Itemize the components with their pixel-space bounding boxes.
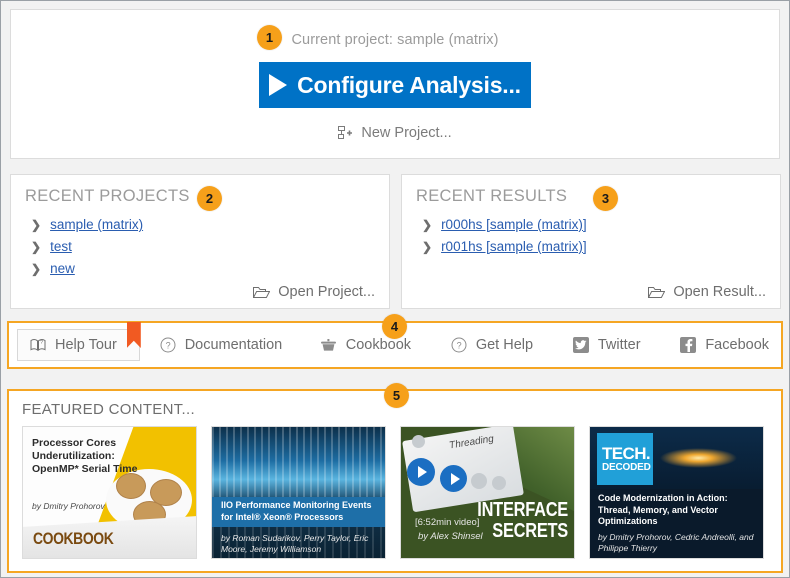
featured-card-byline: by Dmitry Prohorov (32, 501, 105, 511)
featured-card-byline: by Dmitry Prohorov, Cedric Andreolli, an… (598, 532, 760, 554)
documentation-label: Documentation (185, 337, 283, 353)
callout-badge-2: 2 (197, 186, 222, 211)
folder-open-icon (648, 286, 665, 299)
chevron-right-icon: ❯ (31, 219, 41, 231)
cooking-pot-icon (320, 338, 337, 352)
documentation-button[interactable]: ? Documentation (148, 329, 295, 361)
facebook-button[interactable]: Facebook (668, 329, 781, 361)
featured-card[interactable]: IIO Performance Monitoring Events for In… (211, 426, 386, 559)
featured-card-byline: by Alex Shinsel (418, 531, 483, 542)
featured-card-duration: [6:52min video] (415, 517, 479, 528)
recent-result-link[interactable]: r000hs [sample (matrix)] (441, 217, 587, 232)
featured-card-brand: COOKBOOK (33, 529, 113, 549)
chevron-right-icon: ❯ (422, 219, 432, 231)
svg-text:?: ? (456, 340, 461, 350)
featured-card[interactable]: Threading INTERFACE SECRETS [6:52min vid… (400, 426, 575, 559)
new-project-icon (338, 126, 353, 141)
twitter-label: Twitter (598, 337, 641, 353)
play-triangle-icon (269, 74, 287, 96)
open-project-label: Open Project... (278, 284, 375, 300)
book-question-icon: ? (30, 338, 46, 352)
configure-analysis-button[interactable]: Configure Analysis... (259, 62, 531, 108)
tech-decoded-badge-top: TECH. (602, 445, 653, 462)
svg-text:?: ? (40, 340, 43, 346)
card-background-art (492, 476, 506, 490)
recent-result-link[interactable]: r001hs [sample (matrix)] (441, 239, 587, 254)
recent-project-link[interactable]: test (50, 239, 72, 254)
current-project-label: Current project: sample (matrix) (291, 32, 498, 48)
recent-result-item[interactable]: ❯ r001hs [sample (matrix)] (422, 237, 766, 256)
chevron-right-icon: ❯ (422, 241, 432, 253)
card-background-art (116, 473, 146, 499)
recent-results-panel: RECENT RESULTS ❯ r000hs [sample (matrix)… (401, 174, 781, 309)
cookbook-button[interactable]: Cookbook (308, 329, 423, 361)
featured-card[interactable]: TECH. DECODED Code Modernization in Acti… (589, 426, 764, 559)
recent-project-link[interactable]: sample (matrix) (50, 217, 143, 232)
callout-badge-4: 4 (382, 314, 407, 339)
twitter-button[interactable]: Twitter (561, 329, 653, 361)
recent-project-link[interactable]: new (50, 261, 75, 276)
card-background-art (471, 473, 487, 489)
twitter-bird-icon (573, 337, 589, 353)
question-circle-icon: ? (160, 337, 176, 353)
featured-card-byline: by Roman Sudarikov, Perry Taylor, Eric M… (221, 533, 381, 555)
facebook-f-icon (680, 337, 696, 353)
open-result-button[interactable]: Open Result... (648, 284, 766, 300)
featured-card-headline: Code Modernization in Action: Thread, Me… (598, 493, 758, 528)
recent-project-item[interactable]: ❯ new (31, 259, 375, 278)
folder-open-icon (253, 286, 270, 299)
new-project-label: New Project... (361, 125, 451, 141)
open-project-button[interactable]: Open Project... (253, 284, 375, 300)
featured-card[interactable]: Processor Cores Underutilization: OpenMP… (22, 426, 197, 559)
question-circle-icon: ? (451, 337, 467, 353)
recent-project-item[interactable]: ❯ sample (matrix) (31, 215, 375, 234)
svg-text:?: ? (165, 340, 170, 350)
callout-badge-5: 5 (384, 383, 409, 408)
facebook-label: Facebook (705, 337, 769, 353)
card-background-art (212, 427, 386, 502)
chevron-right-icon: ❯ (31, 263, 41, 275)
configure-analysis-label: Configure Analysis... (297, 72, 521, 99)
recent-result-item[interactable]: ❯ r000hs [sample (matrix)] (422, 215, 766, 234)
featured-cards-list: Processor Cores Underutilization: OpenMP… (22, 426, 768, 559)
tech-decoded-badge: TECH. DECODED (597, 433, 653, 485)
callout-badge-3: 3 (593, 186, 618, 211)
get-help-button[interactable]: ? Get Help (439, 329, 545, 361)
new-project-button[interactable]: New Project... (338, 125, 451, 141)
open-result-label: Open Result... (673, 284, 766, 300)
bookmark-ribbon-icon (127, 322, 141, 348)
recent-projects-title: RECENT PROJECTS (25, 187, 190, 206)
hero-panel: Current project: sample (matrix) Configu… (10, 9, 780, 159)
featured-card-headline: Processor Cores Underutilization: OpenMP… (32, 437, 142, 476)
recent-project-item[interactable]: ❯ test (31, 237, 375, 256)
tech-decoded-badge-bottom: DECODED (602, 462, 653, 474)
card-background-art (412, 435, 425, 448)
featured-content-panel: FEATURED CONTENT... Processor Cores Unde… (7, 389, 783, 573)
welcome-page: Current project: sample (matrix) Configu… (0, 0, 790, 578)
play-bubble-icon (407, 458, 435, 486)
chevron-right-icon: ❯ (31, 241, 41, 253)
callout-badge-1: 1 (257, 25, 282, 50)
get-help-label: Get Help (476, 337, 533, 353)
recent-results-title: RECENT RESULTS (416, 187, 567, 206)
play-bubble-icon (440, 465, 467, 492)
help-tour-label: Help Tour (55, 337, 117, 353)
cookbook-label: Cookbook (346, 337, 411, 353)
help-tour-button[interactable]: ? Help Tour (17, 329, 140, 361)
featured-card-headline: IIO Performance Monitoring Events for In… (221, 500, 381, 523)
